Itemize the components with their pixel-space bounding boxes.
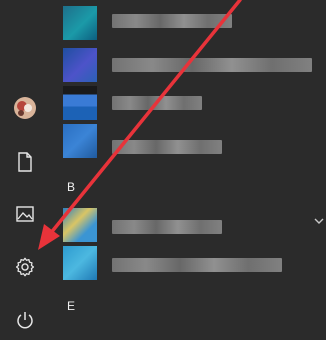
user-avatar[interactable] bbox=[0, 88, 50, 128]
app-list: B E bbox=[50, 0, 326, 319]
pictures-icon bbox=[16, 206, 34, 222]
documents-button[interactable] bbox=[0, 142, 50, 182]
group-letter-b[interactable]: B bbox=[67, 180, 75, 194]
app-tile[interactable] bbox=[63, 48, 97, 82]
avatar-icon bbox=[14, 97, 36, 119]
power-icon bbox=[17, 312, 33, 329]
start-menu-rail bbox=[0, 0, 50, 329]
app-name bbox=[112, 220, 222, 234]
app-name bbox=[112, 140, 222, 154]
app-tile[interactable] bbox=[63, 124, 97, 158]
chevron-down-icon[interactable] bbox=[312, 214, 326, 228]
group-letter-e[interactable]: E bbox=[67, 299, 75, 313]
app-name bbox=[112, 96, 202, 110]
app-name bbox=[112, 14, 232, 28]
document-icon bbox=[18, 152, 32, 172]
app-tile[interactable] bbox=[63, 246, 97, 280]
app-name bbox=[112, 258, 282, 272]
gear-icon bbox=[15, 257, 35, 277]
app-name bbox=[112, 58, 312, 72]
app-tile[interactable] bbox=[63, 208, 97, 242]
power-button[interactable] bbox=[0, 300, 50, 340]
app-tile[interactable] bbox=[63, 6, 97, 40]
pictures-button[interactable] bbox=[0, 194, 50, 234]
app-tile[interactable] bbox=[63, 86, 97, 120]
settings-button[interactable] bbox=[0, 247, 50, 287]
